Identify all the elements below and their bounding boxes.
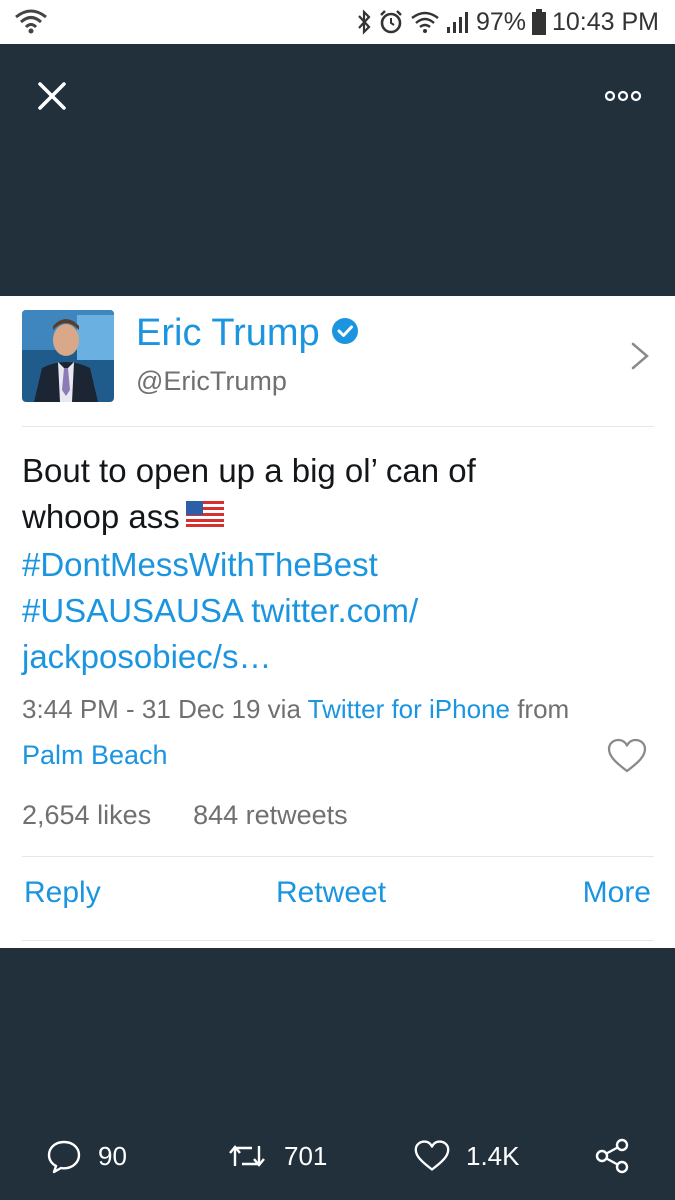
retweet-button[interactable]: Retweet — [276, 876, 386, 910]
timestamp: 3:44 PM - 31 Dec 19 via — [22, 694, 308, 724]
wifi-icon — [14, 8, 48, 39]
retweet-count: 701 — [284, 1140, 328, 1171]
like-action[interactable]: 1.4K — [414, 1136, 520, 1176]
share-icon — [595, 1138, 629, 1174]
tweet-card: Eric Trump @EricTrump Bout to open up a … — [0, 296, 675, 948]
verified-badge-icon — [330, 316, 360, 351]
divider — [22, 426, 654, 427]
reply-button[interactable]: Reply — [24, 876, 101, 910]
close-button[interactable] — [34, 78, 70, 114]
bottom-action-bar: 90 701 1.4K — [0, 1136, 675, 1180]
tweet-actions: Reply Retweet More — [0, 876, 675, 916]
retweet-action[interactable]: 701 — [226, 1136, 327, 1176]
share-action[interactable] — [594, 1136, 630, 1176]
top-overlay — [0, 44, 675, 296]
avatar[interactable] — [22, 310, 114, 402]
url-link[interactable]: jackposobiec/s… — [22, 634, 662, 680]
reply-count: 90 — [98, 1140, 127, 1171]
bluetooth-icon — [356, 9, 372, 35]
retweets-count[interactable]: 844 retweets — [193, 800, 348, 831]
us-flag-emoji-icon — [185, 493, 224, 539]
tweet-text-part: whoop ass — [22, 498, 180, 535]
tweet-meta: 3:44 PM - 31 Dec 19 via Twitter for iPho… — [22, 694, 569, 725]
hashtag-link[interactable]: #DontMessWithTheBest — [22, 542, 662, 588]
alarm-icon — [378, 9, 404, 35]
more-button[interactable]: More — [583, 876, 651, 910]
more-dots-icon — [604, 90, 642, 102]
from-text: from — [509, 694, 570, 724]
chevron-right-icon — [631, 342, 649, 370]
battery-percent: 97% — [475, 7, 526, 36]
wifi-icon — [410, 10, 440, 34]
status-icons: 97% 10:43 PM — [356, 6, 659, 38]
tweet-text-line: whoop ass — [22, 494, 662, 542]
tweet-text-line: #USAUSAUSA twitter.com/ — [22, 588, 662, 634]
heart-icon — [607, 738, 647, 773]
divider — [22, 856, 654, 857]
tweet-text: Bout to open up a big ol’ can of whoop a… — [22, 448, 662, 680]
divider — [22, 940, 654, 941]
author-name[interactable]: Eric Trump — [136, 312, 320, 355]
author-handle[interactable]: @EricTrump — [136, 366, 287, 397]
profile-chevron-button[interactable] — [629, 340, 651, 372]
location-link[interactable]: Palm Beach — [22, 740, 168, 771]
source-link[interactable]: Twitter for iPhone — [308, 694, 510, 724]
battery-icon — [531, 9, 546, 35]
like-button[interactable] — [607, 738, 647, 774]
reply-action[interactable]: 90 — [46, 1136, 127, 1176]
more-options-button[interactable] — [603, 84, 643, 108]
url-link[interactable]: twitter.com/ — [251, 592, 418, 629]
likes-count[interactable]: 2,654 likes — [22, 800, 151, 831]
signal-icon — [446, 10, 470, 34]
tweet-stats: 2,654 likes 844 retweets — [22, 800, 348, 831]
heart-icon — [414, 1140, 450, 1171]
author-name-row[interactable]: Eric Trump — [136, 312, 360, 355]
retweet-icon — [229, 1145, 265, 1167]
tweet-text-line: Bout to open up a big ol’ can of — [22, 452, 476, 489]
like-count: 1.4K — [466, 1140, 520, 1171]
status-bar: 97% 10:43 PM — [0, 0, 675, 44]
hashtag-link[interactable]: #USAUSAUSA — [22, 592, 242, 629]
clock-time: 10:43 PM — [551, 7, 659, 36]
reply-bubble-icon — [47, 1140, 81, 1174]
close-icon — [38, 82, 66, 110]
